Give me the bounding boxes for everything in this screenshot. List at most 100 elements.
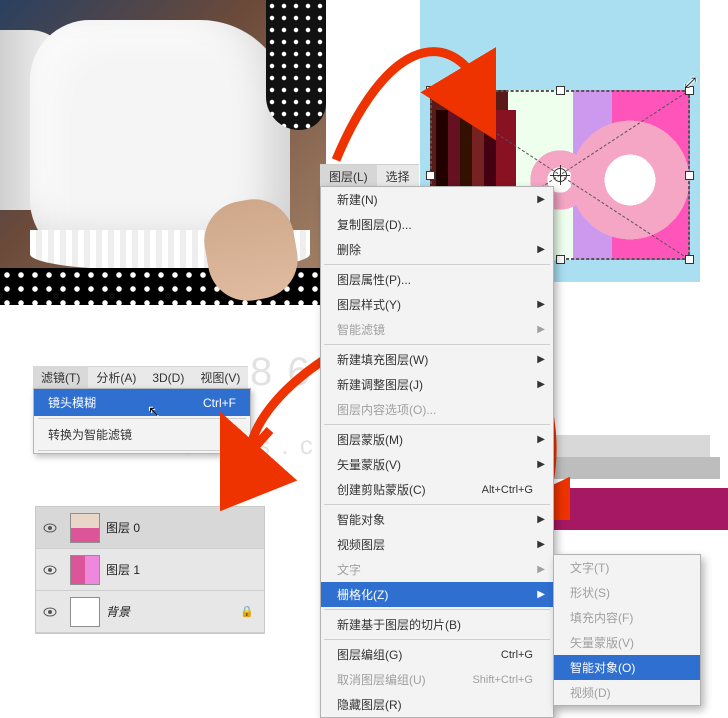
visibility-toggle[interactable] [36,523,64,533]
layer-menu: 新建(N) ▶ 复制图层(D)... 删除 ▶ 图层属性(P)... 图层样式(… [320,186,554,718]
submenu-arrow-icon: ▶ [537,589,545,600]
layer-item-style-label: 图层样式(Y) [337,296,533,313]
layer-item-type-label: 文字 [337,561,533,578]
menubar-item-3d[interactable]: 3D(D) [144,368,192,388]
layer-item-vectormask[interactable]: 矢量蒙版(V) ▶ [321,452,553,477]
layer-thumbnail[interactable] [70,597,100,627]
sub-item-video: 视频(D) [554,680,700,705]
sub-item-vectormask: 矢量蒙版(V) [554,630,700,655]
sub-item-shape: 形状(S) [554,580,700,605]
layer-item-smartfilter: 智能滤镜 ▶ [321,317,553,342]
layer-item-delete[interactable]: 删除 ▶ [321,237,553,262]
filter-item-lens-blur[interactable]: 镜头模糊 Ctrl+F [34,389,250,416]
menubar-item-layer[interactable]: 图层(L) [320,165,377,186]
submenu-arrow-icon: ▶ [537,379,545,390]
eye-icon [43,523,57,533]
eye-icon [43,607,57,617]
layer-item-newfill[interactable]: 新建填充图层(W) ▶ [321,347,553,372]
submenu-arrow-icon: ▶ [537,539,545,550]
lock-icon: 🔒 [240,605,254,618]
layer-item-properties-label: 图层属性(P)... [337,271,533,288]
layer-item-group-shortcut: Ctrl+G [501,649,533,661]
layer-item-hide[interactable]: 隐藏图层(R) [321,692,553,717]
layer-item-type: 文字 ▶ [321,557,553,582]
layer-item-smartobjects-label: 智能对象 [337,511,533,528]
layer-row-1[interactable]: 图层 1 [36,549,264,591]
sub-item-type-label: 文字(T) [570,559,680,576]
submenu-arrow-icon: ▶ [537,434,545,445]
fashion-photo [0,0,326,305]
layer-thumbnail[interactable] [70,513,100,543]
layer-label-1[interactable]: 图层 1 [106,561,140,578]
layer-item-videolayers[interactable]: 视频图层 ▶ [321,532,553,557]
filter-item-lens-blur-label: 镜头模糊 [48,394,96,411]
pink-ring-large [570,120,690,240]
visibility-toggle[interactable] [36,565,64,575]
layer-item-clippingmask-label: 创建剪贴蒙版(C) [337,481,482,498]
eye-icon [43,565,57,575]
menubar-item-select[interactable]: 选择 [377,165,419,186]
layer-item-smartfilter-label: 智能滤镜 [337,321,533,338]
submenu-arrow-icon: ▶ [537,459,545,470]
menubar-item-analysis[interactable]: 分析(A) [88,366,144,389]
layer-item-layermask-label: 图层蒙版(M) [337,431,533,448]
visibility-toggle[interactable] [36,607,64,617]
submenu-arrow-icon: ▶ [537,194,545,205]
layers-panel: 图层 0 图层 1 背景 🔒 [35,506,265,634]
layer-row-background[interactable]: 背景 🔒 [36,591,264,633]
dark-item-right [266,0,326,130]
sub-item-vectormask-label: 矢量蒙版(V) [570,634,680,651]
filter-item-convert-smart[interactable]: 转换为智能滤镜 [34,421,250,448]
main-menubar-fragment: 图层(L) 选择 [320,164,419,186]
layer-item-newadjust[interactable]: 新建调整图层(J) ▶ [321,372,553,397]
filter-item-lens-blur-shortcut: Ctrl+F [203,396,236,410]
layer-item-layermask[interactable]: 图层蒙版(M) ▶ [321,427,553,452]
layer-thumbnail[interactable] [70,555,100,585]
layer-item-group[interactable]: 图层编组(G) Ctrl+G [321,642,553,667]
sub-item-fill-label: 填充内容(F) [570,609,680,626]
layer-item-hide-label: 隐藏图层(R) [337,696,533,713]
sub-item-type: 文字(T) [554,555,700,580]
sub-item-shape-label: 形状(S) [570,584,680,601]
layer-item-newadjust-label: 新建调整图层(J) [337,376,533,393]
layer-item-properties[interactable]: 图层属性(P)... [321,267,553,292]
layer-item-delete-label: 删除 [337,241,533,258]
filter-item-convert-smart-label: 转换为智能滤镜 [48,426,132,443]
layer-item-clippingmask-shortcut: Alt+Ctrl+G [482,484,533,496]
resize-cursor-icon: ⤢ [685,74,696,91]
layer-item-newfill-label: 新建填充图层(W) [337,351,533,368]
layer-item-rasterize[interactable]: 栅格化(Z) ▶ [321,582,553,607]
submenu-arrow-icon: ▶ [537,324,545,335]
submenu-arrow-icon: ▶ [537,564,545,575]
layer-row-0[interactable]: 图层 0 [36,507,264,549]
layer-item-contentoptions-label: 图层内容选项(O)... [337,401,533,418]
layer-item-contentoptions: 图层内容选项(O)... [321,397,553,422]
layer-item-style[interactable]: 图层样式(Y) ▶ [321,292,553,317]
layer-item-new[interactable]: 新建(N) ▶ [321,187,553,212]
cursor-icon: ↖ [148,403,160,420]
submenu-arrow-icon: ▶ [537,299,545,310]
sub-item-smartobject-label: 智能对象(O) [570,659,680,676]
layer-item-videolayers-label: 视频图层 [337,536,533,553]
layer-item-newslice-label: 新建基于图层的切片(B) [337,616,533,633]
layer-item-vectormask-label: 矢量蒙版(V) [337,456,533,473]
rasterize-submenu: 文字(T) 形状(S) 填充内容(F) 矢量蒙版(V) 智能对象(O) 视频(D… [553,554,701,706]
menubar-item-view[interactable]: 视图(V) [192,366,248,389]
submenu-arrow-icon: ▶ [537,514,545,525]
layer-item-duplicate[interactable]: 复制图层(D)... [321,212,553,237]
sub-item-video-label: 视频(D) [570,684,680,701]
sub-item-smartobject[interactable]: 智能对象(O) [554,655,700,680]
layer-label-0[interactable]: 图层 0 [106,519,140,536]
layer-item-clippingmask[interactable]: 创建剪贴蒙版(C) Alt+Ctrl+G [321,477,553,502]
layer-item-smartobjects[interactable]: 智能对象 ▶ [321,507,553,532]
menubar-item-filter[interactable]: 滤镜(T) [33,366,88,389]
filter-dropdown: 镜头模糊 Ctrl+F 转换为智能滤镜 [33,388,251,454]
layer-item-rasterize-label: 栅格化(Z) [337,586,533,603]
layer-item-group-label: 图层编组(G) [337,646,501,663]
layer-item-duplicate-label: 复制图层(D)... [337,216,533,233]
layer-label-background[interactable]: 背景 [106,603,130,620]
layer-item-new-label: 新建(N) [337,191,533,208]
filter-menubar: 滤镜(T) 分析(A) 3D(D) 视图(V) [33,366,248,388]
submenu-arrow-icon: ▶ [537,354,545,365]
layer-item-newslice[interactable]: 新建基于图层的切片(B) [321,612,553,637]
